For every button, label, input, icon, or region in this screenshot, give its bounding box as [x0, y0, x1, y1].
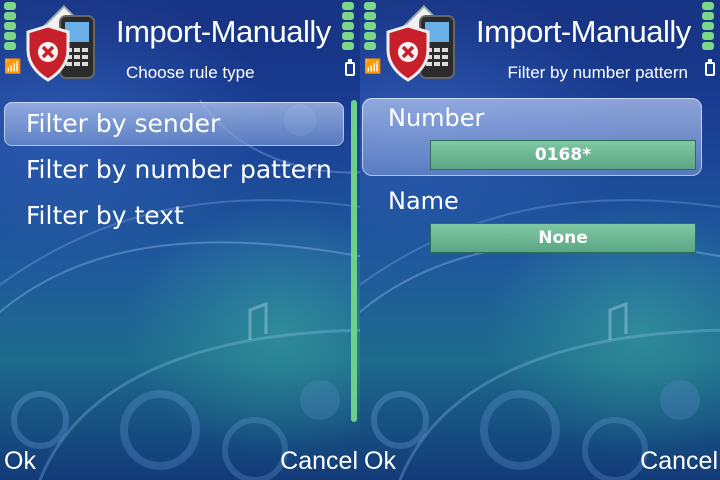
name-input[interactable]: None	[430, 223, 696, 253]
number-pattern-screen: 📶 Import-Manually Filter by number patte…	[360, 0, 720, 480]
device-display: 📶 Import-Manually Choose rule type Filte…	[0, 0, 720, 480]
menu-item-filter-by-text[interactable]: Filter by text	[4, 194, 344, 238]
antenna-icon: 📶	[4, 59, 22, 75]
signal-strength-indicator	[364, 2, 378, 52]
number-pattern-input[interactable]: 0168*	[430, 140, 696, 170]
screen-title: Import-Manually	[116, 14, 331, 49]
ok-softkey[interactable]: Ok	[4, 446, 36, 476]
signal-strength-indicator	[4, 2, 18, 52]
battery-icon	[705, 59, 715, 76]
rule-type-screen: 📶 Import-Manually Choose rule type Filte…	[0, 0, 360, 480]
menu-item-filter-by-sender[interactable]: Filter by sender	[4, 102, 344, 146]
antenna-icon: 📶	[364, 59, 382, 75]
name-label: Name	[388, 187, 459, 215]
screen-subtitle: Filter by number pattern	[507, 63, 688, 82]
cancel-softkey[interactable]: Cancel	[640, 446, 718, 476]
battery-level-indicator	[342, 2, 356, 52]
scrollbar-thumb[interactable]	[351, 100, 357, 422]
shield-phone-icon	[26, 4, 96, 82]
shield-phone-icon	[386, 4, 456, 82]
battery-level-indicator	[702, 2, 716, 52]
battery-icon	[345, 59, 355, 76]
menu-item-filter-by-number-pattern[interactable]: Filter by number pattern	[4, 148, 344, 192]
screen-subtitle: Choose rule type	[126, 63, 255, 82]
number-label: Number	[388, 104, 485, 132]
scrollbar[interactable]	[351, 100, 357, 422]
screen-title: Import-Manually	[476, 14, 691, 49]
cancel-softkey[interactable]: Cancel	[280, 446, 358, 476]
ok-softkey[interactable]: Ok	[364, 446, 396, 476]
